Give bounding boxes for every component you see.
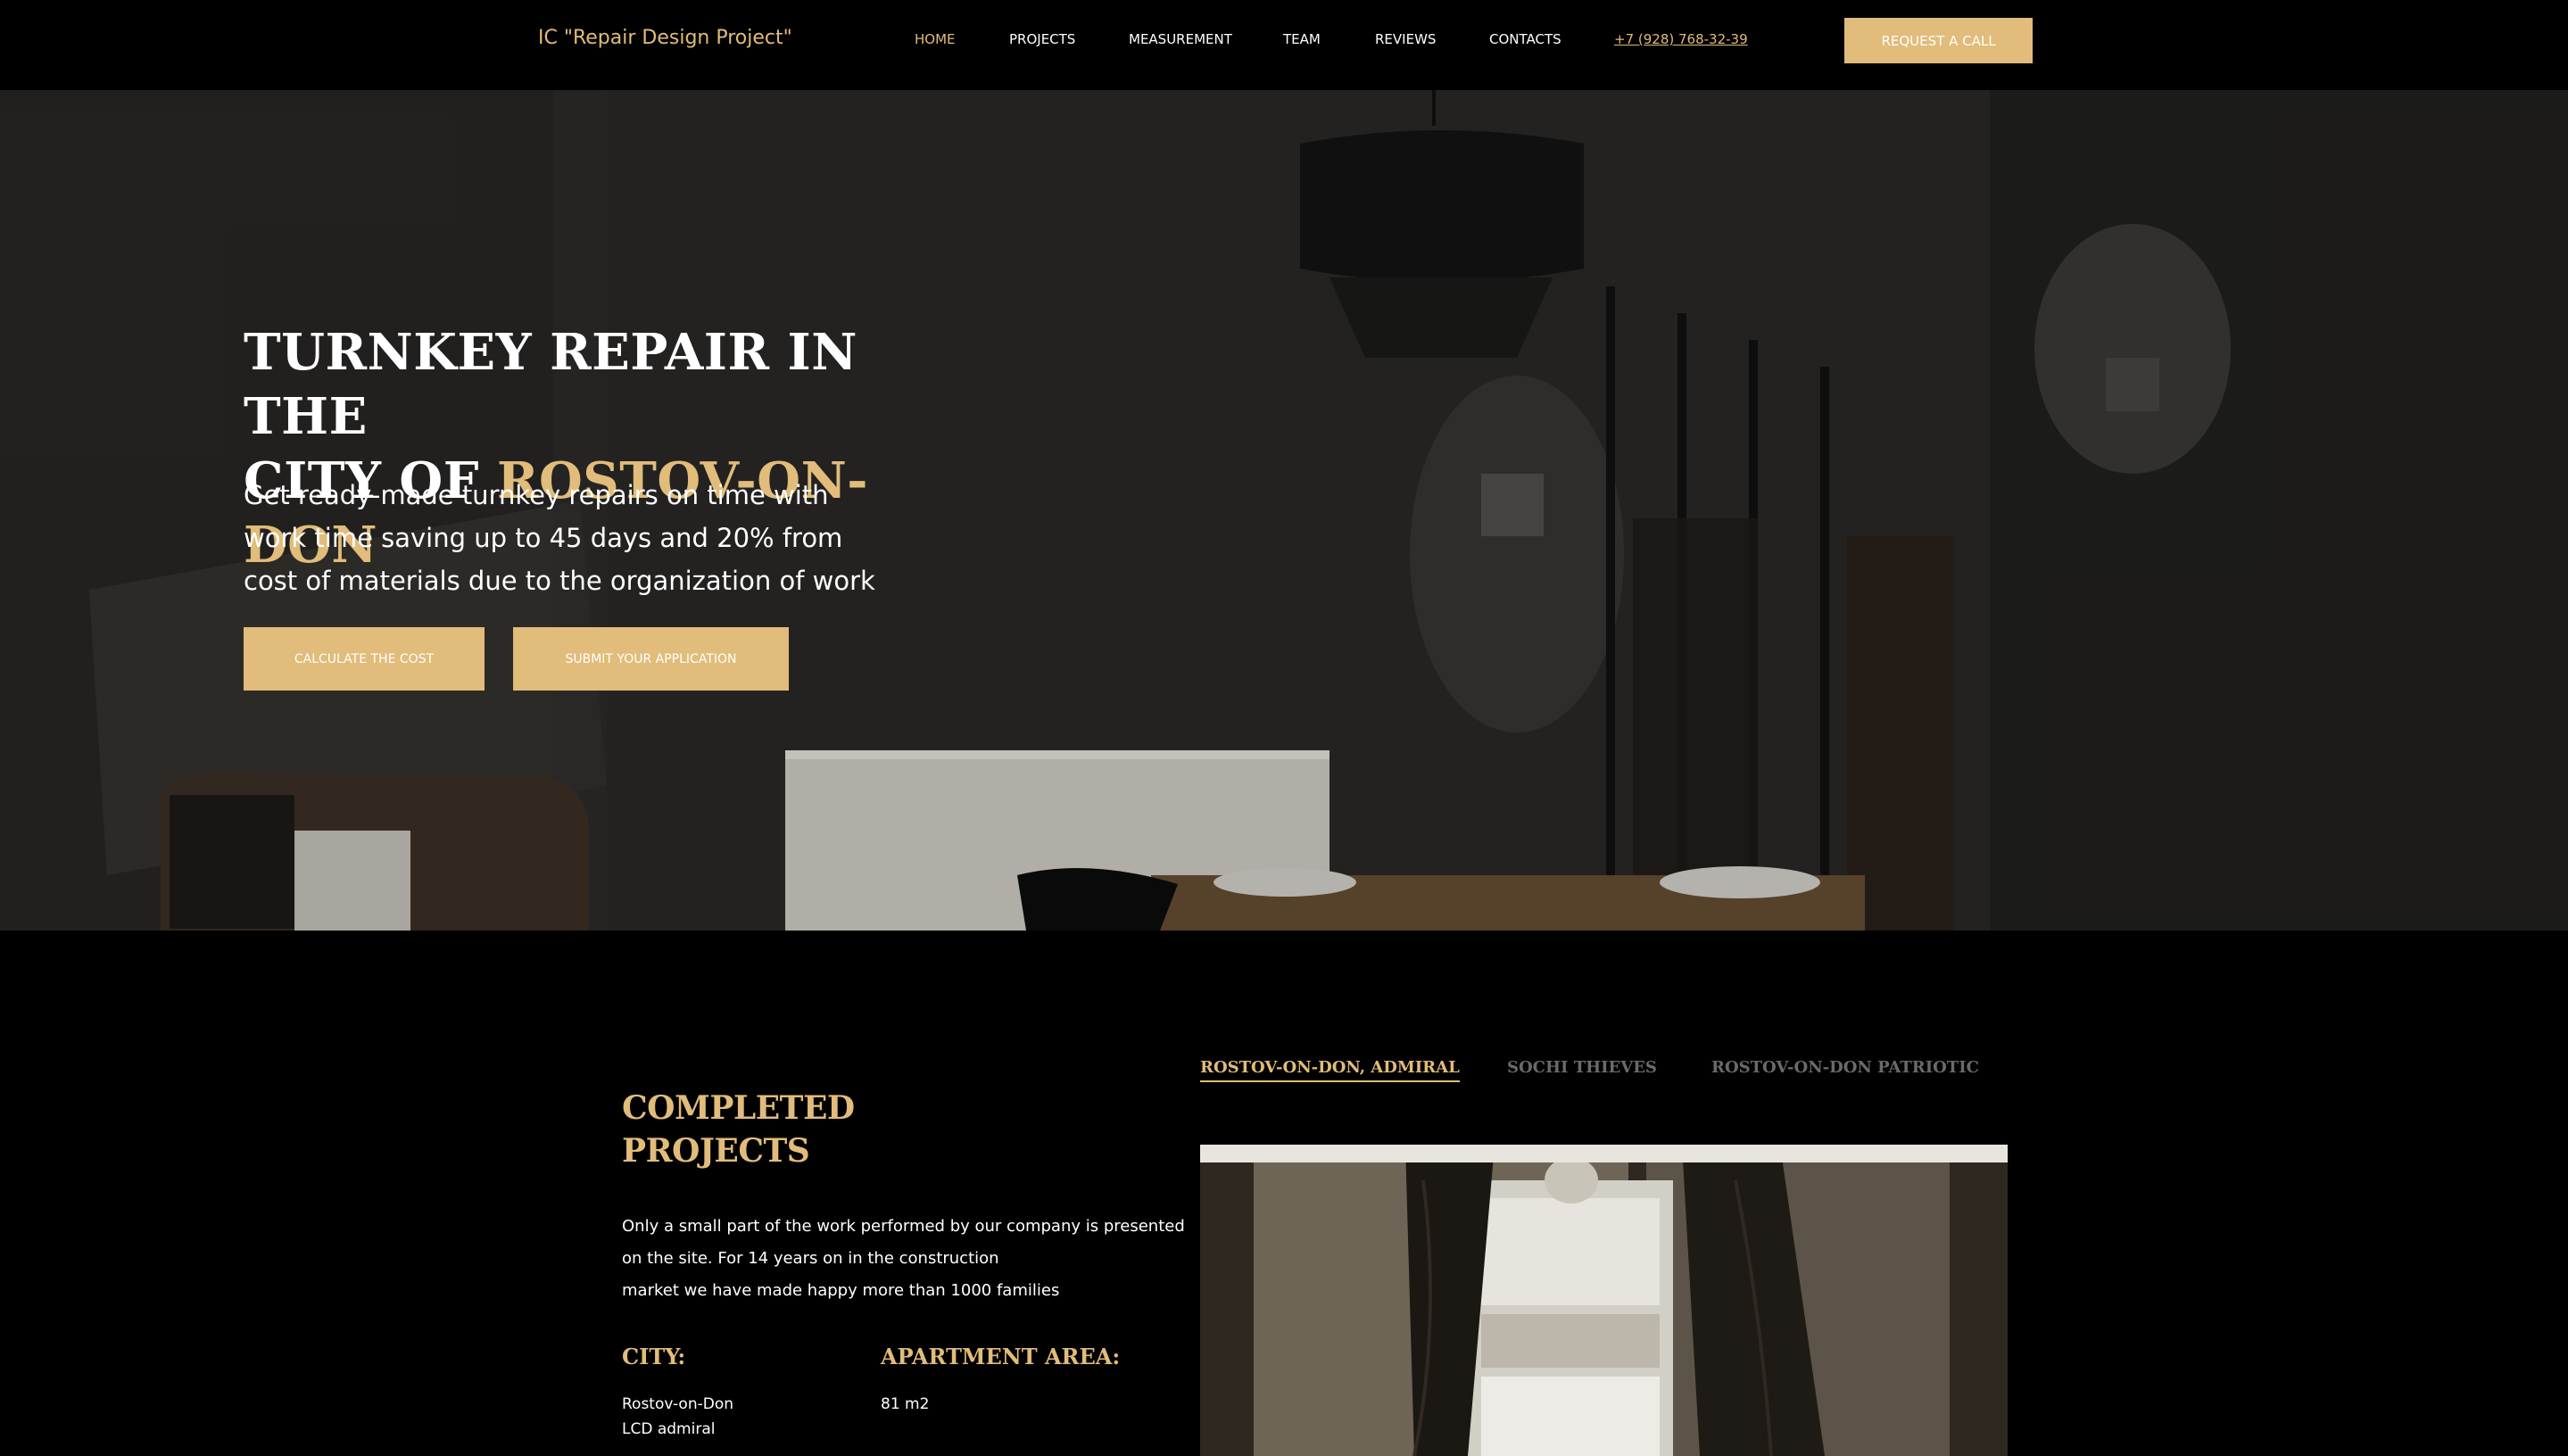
projects-description-line1: Only a small part of the work performed … xyxy=(622,1217,1185,1236)
projects-title: COMPLETED PROJECTS xyxy=(622,1087,855,1172)
projects-description: Only a small part of the work performed … xyxy=(622,1211,1193,1307)
area-label: APARTMENT AREA: xyxy=(881,1344,1121,1369)
projects-description-line3: market we have made happy more than 1000… xyxy=(622,1281,1060,1300)
submit-application-button[interactable]: SUBMIT YOUR APPLICATION xyxy=(513,627,789,691)
projects-title-line2: PROJECTS xyxy=(622,1132,810,1170)
nav-reviews[interactable]: REVIEWS xyxy=(1375,31,1436,47)
area-value: 81 m2 xyxy=(881,1395,930,1413)
nav-measurement[interactable]: MEASUREMENT xyxy=(1129,31,1232,47)
site-logo[interactable]: IC "Repair Design Project" xyxy=(538,27,792,49)
tab-rostov-patriotic[interactable]: ROSTOV-ON-DON PATRIOTIC xyxy=(1711,1058,1979,1080)
tab-rostov-admiral[interactable]: ROSTOV-ON-DON, ADMIRAL xyxy=(1200,1058,1460,1082)
nav-home[interactable]: HOME xyxy=(915,31,956,47)
city-value: Rostov-on-Don LCD admiral xyxy=(622,1392,733,1442)
request-call-button[interactable]: REQUEST A CALL xyxy=(1844,18,2033,63)
nav-projects[interactable]: PROJECTS xyxy=(1009,31,1075,47)
hero-section: TURNKEY REPAIR IN THE CITY OF ROSTOV-ON-… xyxy=(0,90,2568,931)
city-value-line2: LCD admiral xyxy=(622,1420,716,1438)
tab-sochi-thieves[interactable]: SOCHI THIEVES xyxy=(1507,1058,1657,1080)
projects-description-line2: on the site. For 14 years on in the cons… xyxy=(622,1249,999,1268)
projects-title-line1: COMPLETED xyxy=(622,1089,855,1127)
project-photo xyxy=(1200,1145,2008,1456)
site-header: IC "Repair Design Project" HOME PROJECTS… xyxy=(0,0,2568,90)
nav-contacts[interactable]: CONTACTS xyxy=(1489,31,1562,47)
calculate-cost-button[interactable]: CALCULATE THE COST xyxy=(244,627,485,691)
hero-title-line1: TURNKEY REPAIR IN THE xyxy=(244,323,857,446)
hero-subtitle: Get ready-made turnkey repairs on time w… xyxy=(244,480,875,596)
city-value-line1: Rostov-on-Don xyxy=(622,1395,734,1413)
city-label: CITY: xyxy=(622,1344,686,1369)
project-photo-image xyxy=(1200,1145,2008,1456)
nav-team[interactable]: TEAM xyxy=(1283,31,1321,47)
phone-link[interactable]: +7 (928) 768-32-39 xyxy=(1614,31,1748,47)
